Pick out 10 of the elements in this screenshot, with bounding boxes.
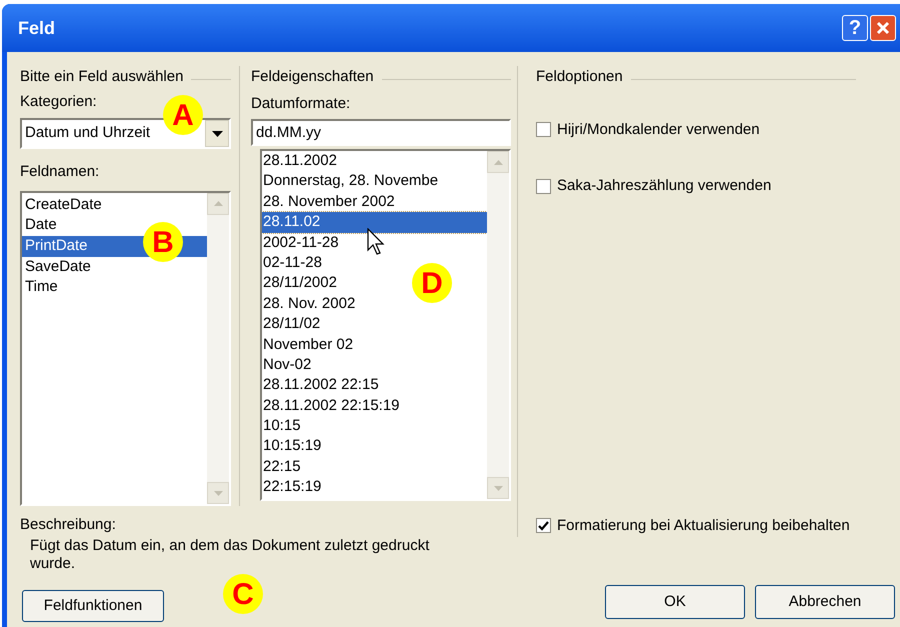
description-text: Fügt das Datum ein, an dem das Dokument zuletzt gedruckt wurde. <box>29 536 430 572</box>
group-heading: Feldeigenschaften <box>251 67 374 87</box>
field-label: Feldnamen: <box>20 162 100 182</box>
field-label: Datumformate: <box>251 94 352 114</box>
group-heading: Feldoptionen <box>536 67 623 87</box>
group-heading: Bitte ein Feld auswählen <box>20 67 184 87</box>
window-title: Feld <box>18 16 56 40</box>
description-label: Beschreibung: <box>20 515 117 535</box>
field-label: Kategorien: <box>20 92 98 112</box>
dropdown-value: Datum und Uhrzeit <box>24 123 152 144</box>
